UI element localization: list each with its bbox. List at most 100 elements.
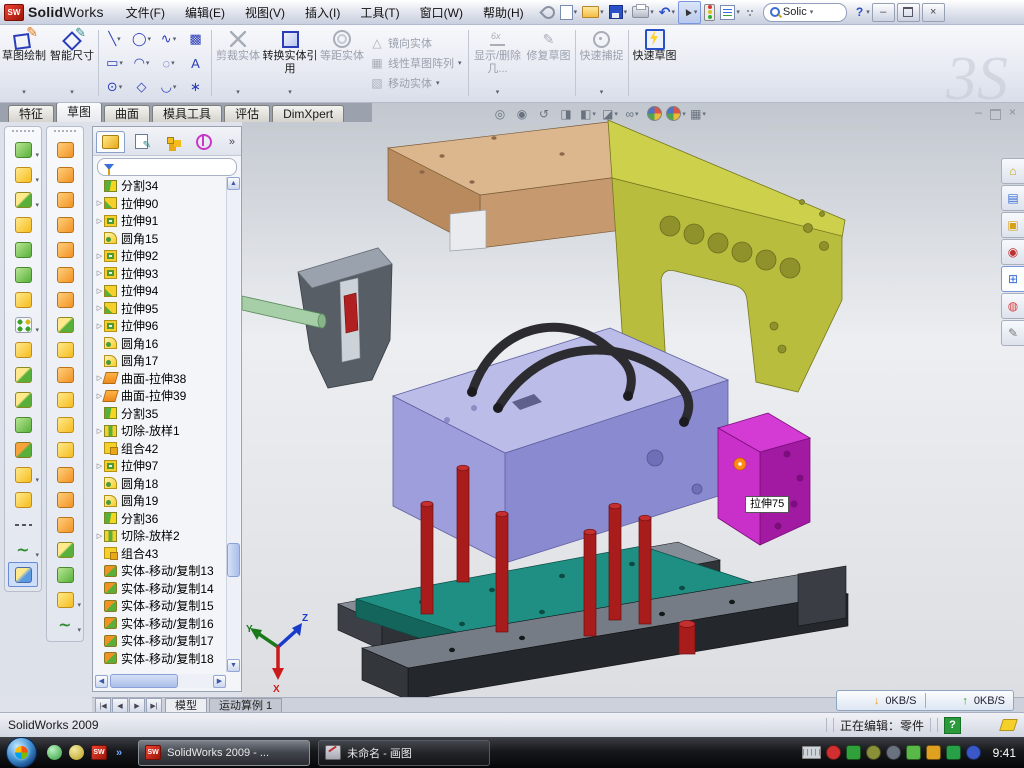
core-icon[interactable]: [50, 562, 80, 587]
fillet-icon[interactable]: ▾: [8, 187, 38, 212]
parting-lines-icon[interactable]: [50, 512, 80, 537]
propertymanager-tab[interactable]: [127, 131, 156, 153]
select-tool-button[interactable]: ▾: [678, 1, 701, 24]
last-study-icon[interactable]: ▶|: [146, 698, 162, 713]
security-alert-icon[interactable]: [826, 745, 841, 760]
delete-hole-icon[interactable]: [50, 387, 80, 412]
open-file-button[interactable]: ▾: [580, 3, 606, 22]
offset-entities-button[interactable]: 等距实体: [318, 24, 366, 102]
mirror-feature-icon[interactable]: [8, 337, 38, 362]
planar-surface-icon[interactable]: [50, 287, 80, 312]
motion-study-tab[interactable]: 运动算例 1: [209, 698, 282, 713]
tree-horizontal-scrollbar[interactable]: ◀ ▶: [95, 674, 226, 688]
tree-item[interactable]: 实体-移动/复制16: [95, 615, 226, 633]
linear-sketch-pattern-button[interactable]: ▦ 线性草图阵列 ▾: [370, 55, 462, 71]
offset-surface-icon[interactable]: [50, 262, 80, 287]
tab-特征[interactable]: 特征: [8, 105, 54, 122]
antivirus-shield-icon[interactable]: [846, 745, 861, 760]
filled-surface-icon[interactable]: [50, 212, 80, 237]
model-gray-clamp-part[interactable]: [242, 248, 392, 388]
menu-item[interactable]: 工具(T): [350, 2, 409, 24]
save-button[interactable]: ▾: [607, 3, 630, 22]
hole-wizard-icon[interactable]: [8, 287, 38, 312]
insert-mold-folders-icon[interactable]: [50, 487, 80, 512]
tab-模具工具[interactable]: 模具工具: [152, 105, 222, 122]
help-dropdown-icon[interactable]: ▾: [866, 8, 870, 16]
tree-filter-input[interactable]: [97, 158, 237, 176]
certificate-badge-icon[interactable]: [866, 745, 881, 760]
zoom-fit-icon[interactable]: ◎: [490, 105, 510, 122]
tree-item[interactable]: ▷切除-放样1: [95, 422, 226, 440]
combine-bodies-icon[interactable]: [8, 412, 38, 437]
tree-item[interactable]: 分割34: [95, 177, 226, 195]
expand-arrow-icon[interactable]: ▷: [95, 322, 104, 330]
rapid-sketch-button[interactable]: 快速草图: [631, 24, 679, 102]
tree-item[interactable]: 分割36: [95, 510, 226, 528]
menu-item[interactable]: 文件(F): [116, 2, 175, 24]
messenger-quicklaunch-icon[interactable]: [47, 745, 62, 760]
extend-surface-icon[interactable]: [50, 362, 80, 387]
tree-item[interactable]: 圆角16: [95, 335, 226, 353]
tree-item[interactable]: ▷切除-放样2: [95, 527, 226, 545]
mirror-entities-button[interactable]: △ 镜向实体: [370, 35, 462, 51]
tree-item[interactable]: ▷拉伸93: [95, 265, 226, 283]
tree-item[interactable]: ▷曲面-拉伸38: [95, 370, 226, 388]
tag-icon[interactable]: [999, 719, 1018, 731]
polygon-tool-icon[interactable]: ◇: [128, 75, 155, 99]
tree-item[interactable]: ▷曲面-拉伸39: [95, 387, 226, 405]
spline-tool-icon[interactable]: ∿▾: [155, 27, 182, 51]
dimxpertmanager-tab[interactable]: [189, 131, 218, 153]
expand-arrow-icon[interactable]: ▷: [95, 217, 104, 225]
scroll-up-icon[interactable]: ▲: [227, 177, 240, 190]
expand-arrow-icon[interactable]: ▷: [95, 199, 104, 207]
reference-point-icon[interactable]: ▾: [8, 462, 38, 487]
tree-item[interactable]: ▷拉伸94: [95, 282, 226, 300]
pushpin-icon[interactable]: [540, 3, 557, 22]
expand-arrow-icon[interactable]: ▷: [95, 427, 104, 435]
convert-entities-button[interactable]: 转换实体引用▾: [262, 24, 318, 102]
media-quicklaunch-icon[interactable]: [69, 745, 84, 760]
shut-off-surfaces-icon[interactable]: [50, 537, 80, 562]
model-tab[interactable]: 模型: [165, 698, 207, 713]
appearances-scenes-tab[interactable]: ◍: [1001, 293, 1024, 319]
tree-item[interactable]: ▷拉伸90: [95, 195, 226, 213]
print-button[interactable]: ▾: [630, 3, 656, 22]
parting-surface-icon[interactable]: [50, 437, 80, 462]
menu-item[interactable]: 窗口(W): [410, 2, 473, 24]
expand-arrow-icon[interactable]: ▷: [95, 287, 104, 295]
hide-show-items-icon[interactable]: ∞▾: [622, 105, 642, 122]
line-tool-icon[interactable]: ╲▾: [101, 27, 128, 51]
sketch-button[interactable]: 草图绘制▾: [0, 24, 48, 102]
tree-item[interactable]: ▷拉伸91: [95, 212, 226, 230]
edit-appearance-icon[interactable]: [644, 105, 664, 122]
tree-vertical-scrollbar[interactable]: ▲ ▼: [226, 177, 240, 672]
expand-arrow-icon[interactable]: ▷: [95, 304, 104, 312]
tree-item[interactable]: 组合42: [95, 440, 226, 458]
tree-item[interactable]: 实体-移动/复制15: [95, 597, 226, 615]
text-tool-icon[interactable]: A: [182, 51, 209, 75]
taskbar-button-solidworks[interactable]: SW SolidWorks 2009 - ...: [138, 740, 310, 766]
quick-snaps-button[interactable]: 快速捕捉▾: [578, 24, 626, 102]
help-button[interactable]: ?: [853, 5, 866, 19]
volume-icon[interactable]: [886, 745, 901, 760]
next-study-icon[interactable]: ▶: [129, 698, 145, 713]
undo-button[interactable]: ▾: [657, 3, 677, 22]
close-button[interactable]: ×: [922, 3, 945, 22]
tab-草图[interactable]: 草图: [56, 102, 102, 122]
model-magenta-insert-part[interactable]: [718, 413, 810, 545]
move-entities-button[interactable]: ▧ 移动实体 ▾: [370, 75, 462, 91]
start-button[interactable]: [6, 737, 37, 768]
draft-icon[interactable]: [8, 262, 38, 287]
tree-item[interactable]: 组合43: [95, 545, 226, 563]
menu-item[interactable]: 视图(V): [235, 2, 295, 24]
slot-tool-icon[interactable]: ⊙▾: [101, 75, 128, 99]
horizontal-scroll-thumb[interactable]: [110, 674, 178, 688]
options-button[interactable]: ▾: [718, 3, 742, 22]
quicklaunch-overflow-chevron-icon[interactable]: »: [116, 747, 122, 759]
curve-tool-icon[interactable]: ▾: [50, 612, 80, 637]
display-style-icon[interactable]: ◪▾: [600, 105, 620, 122]
configurationmanager-tab[interactable]: [158, 131, 187, 153]
file-explorer-tab[interactable]: ▣: [1001, 212, 1024, 238]
expand-arrow-icon[interactable]: ▷: [95, 532, 104, 540]
boss-feature-icon[interactable]: [8, 362, 38, 387]
